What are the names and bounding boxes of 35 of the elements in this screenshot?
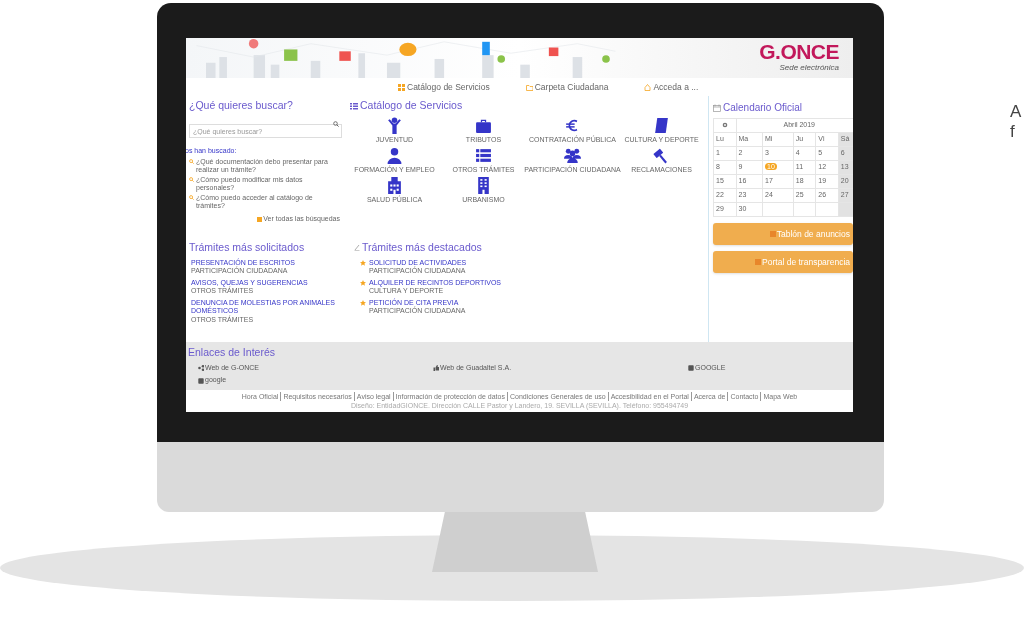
share-icon [198,365,204,371]
section-heading: Catálogo de Servicios [360,98,463,113]
pencil-icon [354,244,360,252]
square-icon [198,377,204,384]
star-icon [360,299,366,306]
calendar-icon [713,103,721,112]
section-heading: Trámites más destacados [362,240,482,255]
search-icon [189,195,194,201]
settings-icon [721,122,728,129]
square-icon [688,365,694,371]
thumbs-up-icon [433,365,439,371]
building-icon [475,176,492,194]
star-icon [360,259,366,266]
user-icon [386,146,403,164]
book-icon [653,116,670,134]
folder-icon [525,83,533,91]
nav-link[interactable]: Acceda a ... [644,80,699,94]
nav-link[interactable]: Carpeta Ciudadana [525,80,609,94]
section-heading: Enlaces de Interés [188,345,276,360]
star-icon [360,279,366,286]
person-icon [386,116,403,134]
cut-off-text: A [1010,102,1022,122]
logo-subtitle: Sede electrónica [779,63,839,73]
section-heading: Trámites más solicitados [189,240,305,255]
section-heading: Calendario Oficial [723,101,802,115]
group-icon [564,146,581,164]
search-icon [189,177,194,183]
section-heading: ¿Qué quieres buscar? [189,98,294,113]
hospital-icon [386,176,403,194]
search-icon [189,159,194,165]
search-icon [333,120,339,127]
gavel-icon [653,146,670,164]
site-logo[interactable]: G.ONCE [759,41,839,63]
nav-link[interactable]: Catálogo de Servicios [398,80,490,94]
cut-off-text: f [1010,122,1016,142]
